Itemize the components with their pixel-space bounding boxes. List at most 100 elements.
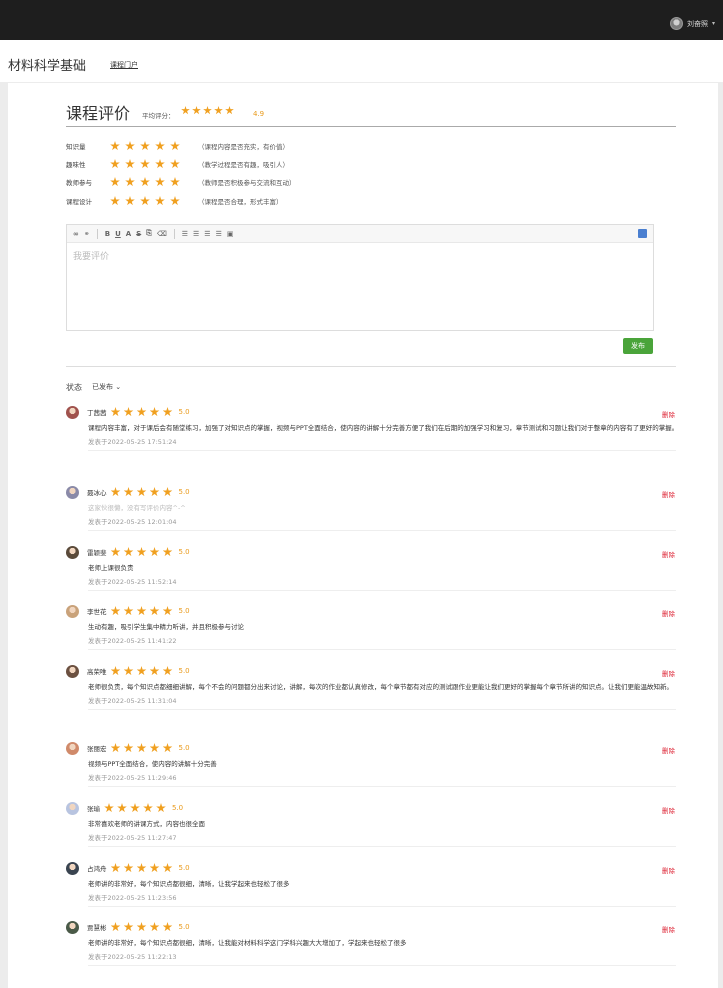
align-right-icon[interactable]: ☰: [204, 230, 210, 238]
delete-review-button[interactable]: 删除: [662, 668, 675, 678]
review-header: 贾慧彬 5.0: [66, 920, 676, 934]
delete-review-button[interactable]: 删除: [662, 805, 675, 815]
star-icon: [140, 141, 150, 151]
criterion-hint: （教师是否积极参与交流和互动）: [198, 179, 296, 187]
review-score: 5.0: [178, 667, 190, 675]
star-icon: [162, 547, 173, 557]
avatar[interactable]: [66, 801, 79, 815]
eraser-icon[interactable]: ⌫: [157, 230, 167, 238]
reviewer-name[interactable]: 聂冰心: [87, 487, 107, 497]
user-avatar[interactable]: [669, 17, 683, 30]
review-item: 丁茜茜 5.0 删除 课程内容丰富，对于课后会有随堂练习，加强了对知识点的掌握，视频与…: [66, 405, 678, 451]
status-filter-value[interactable]: 已发布: [92, 383, 113, 391]
star-icon: [136, 743, 147, 753]
delete-review-button[interactable]: 删除: [662, 608, 675, 618]
review-timestamp: 发表于2022-05-25 11:23:56: [88, 894, 177, 902]
status-filter-select[interactable]: 已发布 ⌄: [92, 382, 121, 392]
avatar[interactable]: [66, 405, 79, 419]
review-divider: [88, 649, 676, 650]
star-icon: [162, 922, 173, 932]
star-icon: [110, 407, 121, 417]
review-content: 非常喜欢老师的讲课方式，内容也很全面: [88, 820, 205, 828]
star-icon: [136, 547, 147, 557]
star-icon: [110, 159, 120, 169]
delete-review-button[interactable]: 删除: [662, 489, 675, 499]
criterion-label: 教师参与: [66, 179, 92, 187]
reviewer-name[interactable]: 贾慧彬: [87, 922, 107, 932]
align-justify-icon[interactable]: ☰: [216, 230, 222, 238]
reviewer-name[interactable]: 张瑜: [87, 803, 100, 813]
review-stars: [110, 743, 173, 753]
review-input[interactable]: 我要评价: [67, 243, 653, 268]
delete-review-button[interactable]: 删除: [662, 409, 675, 419]
criterion-hint: （教学过程是否有趣，吸引人）: [198, 161, 289, 169]
reviewer-name[interactable]: 丁茜茜: [87, 407, 107, 417]
review-editor[interactable]: ∞ ⚭ B U A S ⎘ ⌫ ☰ ☰ ☰ ☰ ▣ 我要评价: [66, 224, 654, 331]
delete-review-button[interactable]: 删除: [662, 924, 675, 934]
avatar[interactable]: [66, 664, 79, 678]
review-content: 课程内容丰富，对于课后会有随堂练习，加强了对知识点的掌握，视频与PPT全面结合，…: [88, 424, 679, 432]
star-icon: [181, 106, 190, 115]
review-timestamp: 发表于2022-05-25 17:51:24: [88, 438, 177, 446]
reviewer-name[interactable]: 张丽宏: [87, 743, 107, 753]
paste-icon[interactable]: ⎘: [146, 229, 152, 238]
review-header: 张丽宏 5.0: [66, 741, 676, 755]
reviewer-name[interactable]: 高荣唯: [87, 666, 107, 676]
course-portal-link[interactable]: 课程门户: [110, 60, 138, 70]
reviewer-name[interactable]: 雷颖斐: [87, 547, 107, 557]
star-icon: [123, 743, 134, 753]
star-icon: [192, 106, 201, 115]
review-content: 老师很负责，每个知识点都细细讲解，每个不会的问题都分出来讨论，讲解，每次的作业都…: [88, 683, 673, 691]
review-score: 5.0: [178, 488, 190, 496]
criterion-stars[interactable]: [110, 177, 198, 187]
star-icon: [149, 743, 160, 753]
avatar[interactable]: [66, 485, 79, 499]
star-icon: [162, 407, 173, 417]
star-icon: [155, 159, 165, 169]
delete-review-button[interactable]: 删除: [662, 549, 675, 559]
link-icon[interactable]: ∞: [73, 230, 79, 238]
username[interactable]: 刘奋照: [687, 19, 708, 29]
criterion-stars[interactable]: [110, 196, 198, 206]
review-item: 张丽宏 5.0 删除 视频与PPT全面结合，使内容的讲解十分完善 发表于2022-05-…: [66, 741, 676, 787]
average-rating-label: 平均评分：: [142, 112, 175, 120]
user-menu[interactable]: 刘奋照 ▾: [669, 17, 715, 30]
star-icon: [125, 177, 135, 187]
reviewer-name[interactable]: 李世花: [87, 606, 107, 616]
avatar[interactable]: [66, 920, 79, 934]
review-stars: [110, 863, 173, 873]
review-stars: [110, 922, 173, 932]
avatar[interactable]: [66, 604, 79, 618]
fullscreen-icon[interactable]: [638, 229, 647, 238]
avatar[interactable]: [66, 741, 79, 755]
star-icon: [125, 196, 135, 206]
delete-review-button[interactable]: 删除: [662, 865, 675, 875]
unlink-icon[interactable]: ⚭: [84, 230, 90, 238]
rating-criterion: 知识量 （课程内容是否充实，有价值）: [66, 140, 289, 152]
publish-button[interactable]: 发布: [623, 338, 653, 354]
page-header: 材料科学基础 课程门户: [0, 40, 723, 82]
criterion-stars[interactable]: [110, 141, 198, 151]
delete-review-button[interactable]: 删除: [662, 745, 675, 755]
align-left-icon[interactable]: ☰: [182, 230, 188, 238]
bold-icon[interactable]: B: [105, 230, 110, 238]
align-center-icon[interactable]: ☰: [193, 230, 199, 238]
star-icon: [155, 141, 165, 151]
criterion-stars[interactable]: [110, 159, 198, 169]
chevron-down-icon[interactable]: ⌄: [115, 383, 121, 391]
avatar[interactable]: [66, 545, 79, 559]
chevron-down-icon[interactable]: ▾: [712, 20, 715, 27]
star-icon: [123, 666, 134, 676]
strikethrough-icon[interactable]: S: [136, 230, 141, 238]
font-color-icon[interactable]: A: [126, 230, 131, 238]
review-score: 5.0: [172, 804, 184, 812]
image-icon[interactable]: ▣: [227, 230, 234, 238]
reviewer-name[interactable]: 占鸿舟: [87, 863, 107, 873]
star-icon: [149, 863, 160, 873]
star-icon: [170, 196, 180, 206]
star-icon: [110, 547, 121, 557]
star-icon: [104, 803, 114, 813]
star-icon: [136, 606, 147, 616]
avatar[interactable]: [66, 861, 79, 875]
underline-icon[interactable]: U: [115, 230, 121, 238]
